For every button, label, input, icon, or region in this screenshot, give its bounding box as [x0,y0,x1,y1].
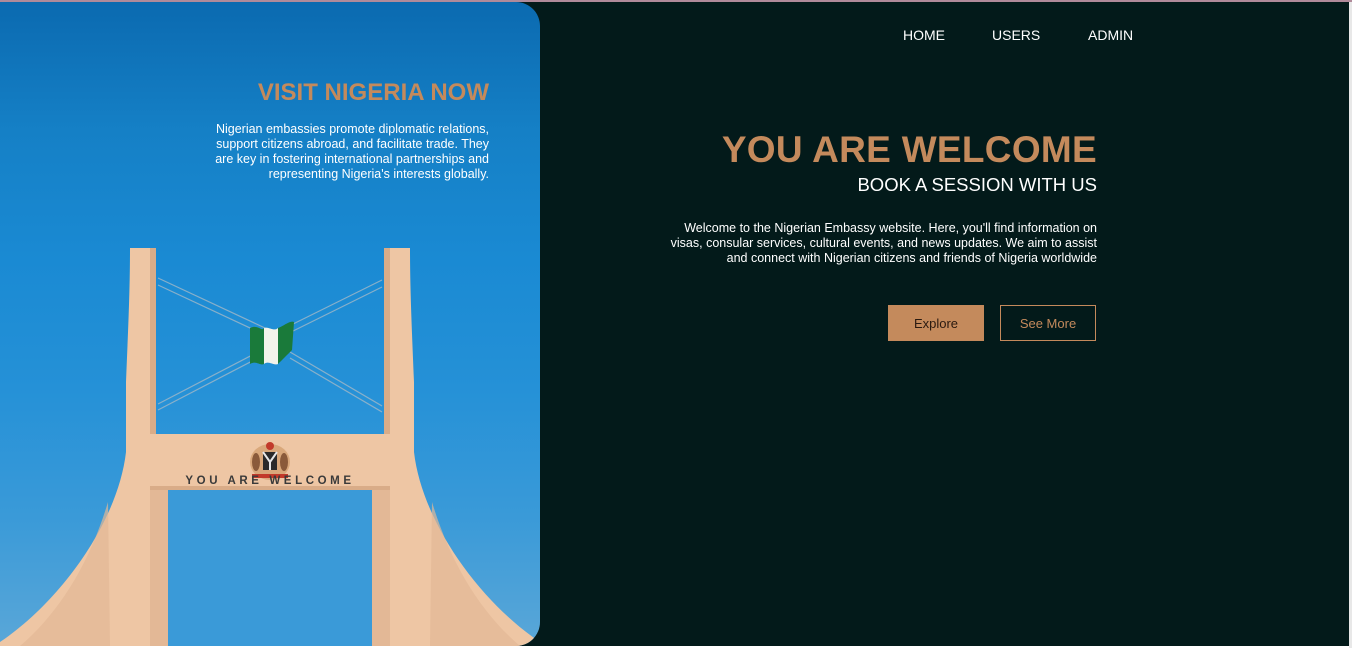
gate-inscription: YOU ARE WELCOME [185,475,354,487]
see-more-button[interactable]: See More [1000,305,1096,341]
nav-home-link[interactable]: HOME [903,27,945,43]
hero-title: VISIT NIGERIA NOW [257,79,489,106]
nav-admin-link[interactable]: ADMIN [1088,27,1133,43]
nigeria-flag [250,321,294,365]
hero-description: Nigerian embassies promote diplomatic re… [215,122,489,181]
nav-users-link[interactable]: USERS [992,27,1040,43]
explore-button[interactable]: Explore [888,305,984,341]
book-session-subtitle: BOOK A SESSION WITH US [857,174,1097,195]
welcome-title: YOU ARE WELCOME [721,129,1097,170]
page: YOU ARE WELCOME VISIT NIGERIA NOW Nigeri… [0,0,1352,648]
welcome-description: Welcome to the Nigerian Embassy website.… [670,221,1097,265]
main-nav: HOME USERS ADMIN [880,27,1150,47]
hero-panel: YOU ARE WELCOME VISIT NIGERIA NOW Nigeri… [0,2,540,646]
